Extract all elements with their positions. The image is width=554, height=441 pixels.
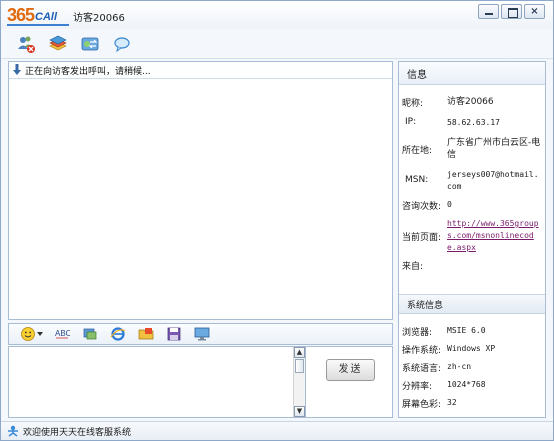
maximize-button[interactable] bbox=[501, 4, 522, 19]
input-toolbar: ABC bbox=[8, 323, 393, 345]
sys-label: 浏览器: bbox=[402, 327, 433, 338]
info-label: 所在地: bbox=[402, 146, 433, 156]
sys-label: 系统语言: bbox=[402, 363, 442, 374]
window-title: 访客20066 bbox=[73, 13, 125, 24]
send-file-button[interactable] bbox=[137, 325, 155, 343]
sys-label: 屏幕色彩: bbox=[402, 399, 442, 410]
info-label: 咨询次数: bbox=[402, 202, 442, 212]
ie-icon bbox=[110, 327, 126, 341]
chat-status-text: 正在向访客发出呼叫，请稍候... bbox=[25, 66, 151, 77]
info-label: 当前页面: bbox=[402, 233, 442, 243]
current-page-link[interactable]: http://www.365groups.com/msnonlinecode.a… bbox=[447, 218, 545, 254]
sys-label: 分辨率: bbox=[402, 381, 433, 392]
history-button[interactable] bbox=[193, 325, 211, 343]
send-button[interactable]: 发送 bbox=[326, 359, 375, 381]
close-icon: × bbox=[530, 6, 539, 17]
sys-value: MSIE 6.0 bbox=[447, 326, 486, 335]
info-value: 0 bbox=[447, 200, 452, 209]
spell-check-icon: ABC bbox=[55, 329, 70, 339]
sys-label: 操作系统: bbox=[402, 345, 442, 356]
system-info-header: 系统信息 bbox=[399, 294, 545, 314]
info-row-location: 所在地: 广东省广州市白云区-电信 bbox=[399, 137, 545, 161]
block-user-icon bbox=[18, 36, 35, 53]
svg-text:ABC: ABC bbox=[55, 329, 70, 338]
info-value: 58.62.63.17 bbox=[447, 118, 500, 127]
info-label: 昵称: bbox=[402, 99, 424, 109]
info-label: 来自: bbox=[402, 262, 424, 272]
sys-row-os: 操作系统: Windows XP bbox=[399, 340, 545, 358]
input-scrollbar[interactable]: ▲ ▼ bbox=[293, 347, 305, 417]
monitor-icon bbox=[194, 327, 210, 341]
person-icon bbox=[8, 425, 18, 437]
sys-row-browser: 浏览器: MSIE 6.0 bbox=[399, 322, 545, 340]
info-value bbox=[447, 259, 545, 272]
dropdown-arrow-icon bbox=[36, 332, 43, 336]
message-input[interactable]: ▲ ▼ bbox=[8, 346, 306, 418]
send-area: 发送 bbox=[306, 346, 393, 418]
info-label: IP: bbox=[405, 117, 417, 127]
title-bar: 365 CAll 访客20066 × bbox=[1, 1, 553, 29]
close-button[interactable]: × bbox=[524, 4, 545, 19]
info-row-current-page: 当前页面: http://www.365groups.com/msnonline… bbox=[399, 218, 545, 254]
sys-row-color-depth: 屏幕色彩: 32 bbox=[399, 394, 545, 412]
window-controls: × bbox=[478, 4, 545, 19]
info-header: 信息 bbox=[399, 62, 545, 85]
transfer-icon bbox=[81, 37, 99, 50]
browser-button[interactable] bbox=[109, 325, 127, 343]
chat-history-panel[interactable]: 正在向访客发出呼叫，请稍候... bbox=[8, 61, 393, 320]
screenshot-icon bbox=[83, 328, 97, 340]
info-row-consult-count: 咨询次数: 0 bbox=[399, 199, 545, 212]
chat-window: 365 CAll 访客20066 × 正在向访客发出呼叫，请稍候... ABC … bbox=[0, 0, 554, 441]
screenshot-button[interactable] bbox=[81, 325, 99, 343]
chat-status-line: 正在向访客发出呼叫，请稍候... bbox=[9, 62, 392, 79]
logo-underline bbox=[7, 24, 69, 26]
info-row-nickname: 昵称: 访客20066 bbox=[399, 96, 545, 109]
info-row-msn: MSN: jerseys007@hotmail.com bbox=[399, 169, 545, 193]
logo-brand: CAll bbox=[35, 11, 58, 23]
block-user-button[interactable] bbox=[15, 33, 37, 55]
scroll-up-icon[interactable]: ▲ bbox=[294, 347, 305, 358]
info-value: 广东省广州市白云区-电信 bbox=[447, 138, 541, 160]
folder-icon bbox=[138, 328, 154, 340]
chat-bubble-icon bbox=[114, 36, 130, 52]
info-label: MSN: bbox=[405, 175, 429, 185]
sys-value: zh-cn bbox=[447, 362, 472, 371]
sys-row-language: 系统语言: zh-cn bbox=[399, 358, 545, 376]
sys-value: 32 bbox=[447, 398, 457, 407]
status-bar: 欢迎使用天天在线客服系统 bbox=[1, 421, 553, 440]
status-text: 欢迎使用天天在线客服系统 bbox=[23, 427, 132, 438]
scroll-down-icon[interactable]: ▼ bbox=[294, 406, 305, 417]
transfer-button[interactable] bbox=[79, 33, 101, 55]
sys-value: 1024*768 bbox=[447, 380, 486, 389]
info-value: 访客20066 bbox=[447, 97, 494, 107]
down-arrow-icon bbox=[13, 64, 21, 75]
app-logo: 365 CAll bbox=[7, 5, 57, 25]
main-toolbar bbox=[1, 29, 553, 59]
logo-number: 365 bbox=[7, 5, 35, 25]
visitor-info-panel: 信息 昵称: 访客20066 IP: 58.62.63.17 所在地: 广东省广… bbox=[398, 61, 546, 418]
info-value: jerseys007@hotmail.com bbox=[447, 170, 539, 191]
smiley-icon bbox=[20, 327, 35, 341]
scroll-thumb[interactable] bbox=[295, 359, 304, 373]
chat-bubble-button[interactable] bbox=[111, 33, 133, 55]
minimize-button[interactable] bbox=[478, 4, 499, 19]
sys-row-resolution: 分辨率: 1024*768 bbox=[399, 376, 545, 394]
emoticon-button[interactable] bbox=[19, 325, 43, 343]
info-body: 昵称: 访客20066 IP: 58.62.63.17 所在地: 广东省广州市白… bbox=[399, 85, 545, 272]
info-row-referrer: 来自: bbox=[399, 259, 545, 272]
system-info-body: 浏览器: MSIE 6.0 操作系统: Windows XP 系统语言: zh-… bbox=[399, 322, 545, 412]
save-icon bbox=[167, 327, 181, 341]
save-button[interactable] bbox=[165, 325, 183, 343]
book-icon bbox=[49, 35, 67, 50]
sys-value: Windows XP bbox=[447, 344, 496, 353]
book-button[interactable] bbox=[47, 33, 69, 55]
spell-check-button[interactable]: ABC bbox=[53, 325, 71, 343]
info-row-ip: IP: 58.62.63.17 bbox=[399, 117, 545, 129]
